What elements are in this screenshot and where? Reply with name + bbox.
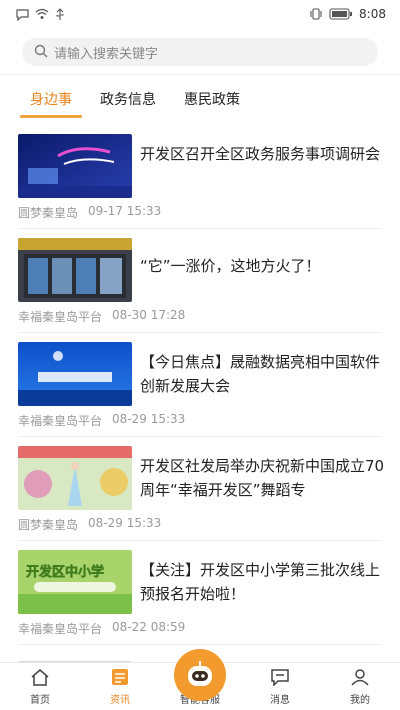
news-source: 幸福秦皇岛平台	[18, 622, 103, 636]
news-source: 幸福秦皇岛平台	[18, 310, 103, 324]
news-meta: 幸福秦皇岛平台 08-22 08:59	[18, 620, 185, 637]
wifi-icon	[35, 8, 49, 20]
news-title: 【关注】开发区中小学第三批次线上预报名开始啦！	[140, 561, 381, 603]
news-title: “它”一涨价，这地方火了！	[140, 257, 321, 275]
news-time: 08-29 15:33	[88, 516, 162, 530]
search-icon	[34, 43, 48, 62]
tab-nearby[interactable]: 身边事	[20, 82, 82, 118]
news-thumbnail	[18, 238, 132, 302]
nav-label: 资讯	[110, 695, 130, 706]
home-icon	[30, 668, 50, 689]
news-item[interactable]: 开发区中小学 【关注】开发区中小学第三批次线上预报名开始啦！ 幸福秦皇岛平台 0…	[0, 534, 400, 638]
news-item[interactable]: 【今日焦点】晟融数据亮相中国软件创新发展大会 幸福秦皇岛平台 08-29 15:…	[0, 326, 400, 430]
category-tabs: 身边事 政务信息 惠民政策	[0, 82, 400, 118]
news-meta: 圆梦秦皇岛 08-29 15:33	[18, 516, 161, 533]
news-title: 开发区社发局举办庆祝新中国成立70周年“幸福开发区”舞蹈专	[140, 457, 385, 499]
chat-bubble-icon	[16, 8, 29, 21]
status-time: 8:08	[359, 7, 386, 21]
bottom-nav: 首页 资讯 智能客服 消息 我的	[0, 649, 400, 710]
nav-messages[interactable]: 消息	[240, 663, 320, 710]
message-icon	[270, 668, 290, 689]
news-item[interactable]: 开发区召开全区政务服务事项调研会 圆梦秦皇岛 09-17 15:33	[0, 118, 400, 222]
status-left	[16, 7, 65, 21]
vibrate-icon	[309, 8, 323, 20]
news-thumbnail	[18, 654, 132, 662]
robot-icon	[174, 649, 226, 701]
news-meta: 幸福秦皇岛平台 08-30 17:28	[18, 308, 185, 325]
news-time: 08-29 15:33	[112, 412, 186, 426]
news-title: 【今日焦点】晟融数据亮相中国软件创新发展大会	[140, 353, 381, 395]
svg-text:开发区中小学: 开发区中小学	[26, 564, 104, 580]
nav-label: 我的	[350, 695, 370, 706]
news-thumbnail	[18, 446, 132, 510]
news-source: 幸福秦皇岛平台	[18, 414, 103, 428]
tab-gov-info[interactable]: 政务信息	[100, 82, 156, 118]
nav-label: 首页	[30, 695, 50, 706]
news-meta: 圆梦秦皇岛 09-17 15:33	[18, 204, 161, 221]
news-time: 09-17 15:33	[88, 204, 162, 218]
news-item[interactable]: “它”一涨价，这地方火了！ 幸福秦皇岛平台 08-30 17:28	[0, 222, 400, 326]
news-thumbnail	[18, 134, 132, 198]
nav-ai-service[interactable]: 智能客服	[160, 649, 240, 710]
news-thumbnail: 开发区中小学	[18, 550, 132, 614]
news-source: 圆梦秦皇岛	[18, 206, 79, 220]
news-thumbnail	[18, 342, 132, 406]
news-time: 08-30 17:28	[112, 308, 186, 322]
search-input[interactable]: 请输入搜索关键字	[22, 38, 378, 66]
nav-mine[interactable]: 我的	[320, 663, 400, 710]
usb-icon	[55, 7, 65, 21]
nav-news[interactable]: 资讯	[80, 663, 160, 710]
battery-icon	[329, 8, 353, 20]
header-divider	[0, 74, 400, 75]
status-right: 8:08	[309, 7, 386, 21]
search-placeholder: 请输入搜索关键字	[54, 46, 159, 62]
nav-label: 消息	[270, 695, 290, 706]
news-meta: 幸福秦皇岛平台 08-29 15:33	[18, 412, 185, 429]
news-source: 圆梦秦皇岛	[18, 518, 79, 532]
news-icon	[110, 668, 130, 689]
status-bar: 8:08	[0, 0, 400, 28]
news-title: 开发区召开全区政务服务事项调研会	[140, 145, 381, 163]
user-icon	[350, 668, 370, 689]
news-time: 08-22 08:59	[112, 620, 186, 634]
news-item[interactable]: 开发区社发局举办庆祝新中国成立70周年“幸福开发区”舞蹈专 圆梦秦皇岛 08-2…	[0, 430, 400, 534]
tab-policy[interactable]: 惠民政策	[184, 82, 240, 118]
nav-home[interactable]: 首页	[0, 663, 80, 710]
